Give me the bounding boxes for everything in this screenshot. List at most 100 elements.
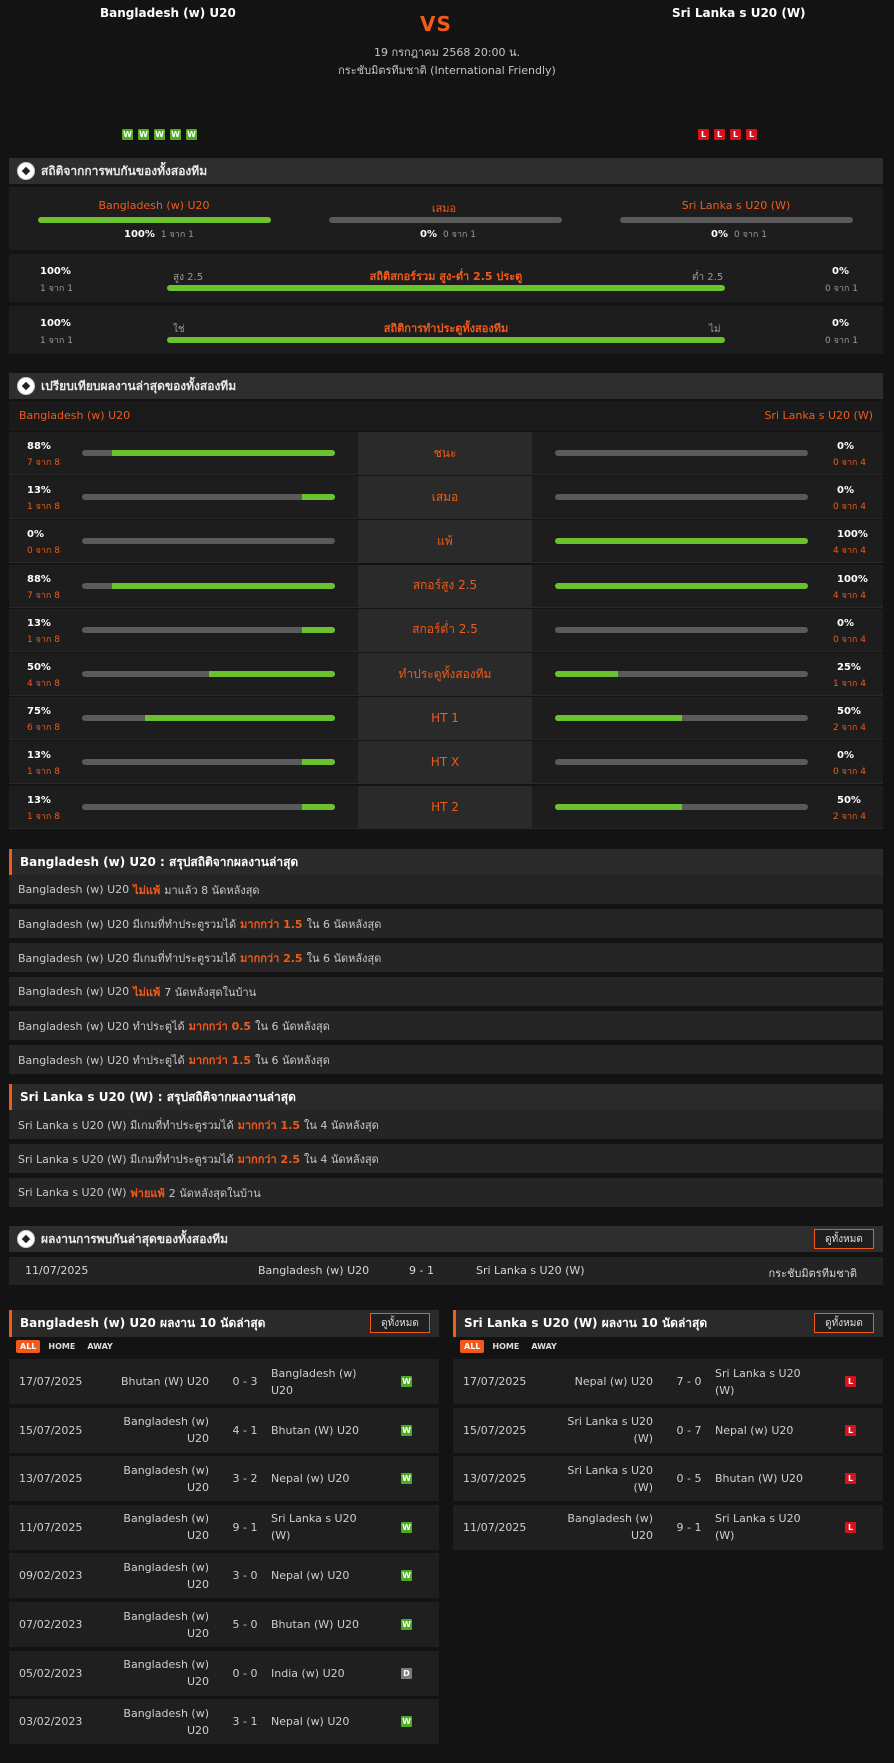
match-row[interactable]: 07/02/2023 Bangladesh (w) U20 5 - 0 Bhutan … (9, 1602, 439, 1649)
away-team: India (w) U20 (271, 1666, 345, 1680)
pct: 100% (124, 229, 155, 240)
date: 11/07/2025 (463, 1520, 527, 1534)
tab-home[interactable]: HOME (488, 1340, 523, 1353)
away-pct: 50% (837, 706, 861, 718)
away-bar (555, 803, 808, 810)
match-row[interactable]: 15/07/2025 Sri Lanka s U20 (W) 0 - 7 Nepal … (453, 1407, 883, 1455)
score: 0 - 5 (676, 1472, 702, 1486)
bar-fill (302, 494, 335, 501)
score: 0 - 3 (232, 1375, 258, 1388)
match-row[interactable]: 05/02/2023 Bangladesh (w) U20 0 - 0 India (… (9, 1650, 439, 1698)
h2h-results-header: ผลงานการพบกันล่าสุดของทั้งสองทีม (9, 1226, 883, 1252)
match-row[interactable]: 15/07/2025 Bangladesh (w) U20 4 - 1 Bhutan … (9, 1407, 439, 1455)
away-team: Nepal (w) U20 (271, 1715, 350, 1729)
compare-header: เปรียบเทียบผลงานล่าสุดของทั้งสองทีม (9, 373, 883, 399)
summary-highlight: มากกว่า 0.5 (188, 1019, 252, 1033)
away-pct: 0% (837, 485, 854, 497)
away-pct: 100% (837, 529, 868, 541)
summary-prefix: Sri Lanka s U20 (W) มีเกมที่ทำประตูรวมได… (18, 1118, 234, 1132)
form-badge: L (746, 129, 757, 140)
match-row[interactable]: 13/07/2025 Sri Lanka s U20 (W) 0 - 5 Bhutan… (453, 1456, 883, 1504)
summary-suffix: ใน 6 นัดหลังสุด (255, 1019, 330, 1033)
bar-fill (302, 759, 335, 766)
summary-prefix: Bangladesh (w) U20 (18, 883, 130, 896)
match-row[interactable]: 11/07/2025 Bangladesh (w) U20 9 - 1 Sri Lan… (453, 1504, 883, 1552)
soccer-ball-icon (17, 1230, 35, 1248)
summary-row: Sri Lanka s U20 (W) พ่ายแพ้ 2 นัดหลังสุดใน… (9, 1178, 883, 1209)
away-team: Sri Lanka s U20 (W) (476, 1264, 585, 1277)
home-bar (82, 494, 335, 501)
tab-away[interactable]: AWAY (527, 1340, 561, 1353)
bar-fill (167, 337, 725, 343)
away-sub: 2 จาก 4 (833, 811, 866, 822)
h2h-over-under-panel: 100% 1 จาก 1 สูง 2.5 สถิติสกอร์รวม สูง-ต… (9, 254, 883, 302)
summary-suffix: ใน 6 นัดหลังสุด (255, 1053, 330, 1067)
bar-fill (208, 671, 335, 677)
summary-prefix: Bangladesh (w) U20 มีเกมที่ทำประตูรวมได้ (18, 951, 237, 965)
home-bar (82, 671, 335, 677)
bar-fill (302, 626, 335, 633)
home-sub: 1 จาก 8 (27, 767, 60, 778)
compare-row: 0% 0 จาก 8 แพ้ 100% 4 จาก 4 (9, 520, 883, 564)
h2h-result-row[interactable]: 11/07/2025 Bangladesh (w) U20 9 - 1 Sri … (9, 1257, 883, 1285)
h2h-stats-header: สถิติจากการพบกันของทั้งสองทีม (9, 158, 883, 184)
summary-row: Bangladesh (w) U20 ทำประตูได้ มากกว่า 1.5… (9, 1045, 883, 1076)
summary-highlight: มากกว่า 2.5 (240, 951, 303, 965)
score: 5 - 0 (232, 1618, 258, 1631)
result-cell: W (401, 1602, 417, 1647)
bar-fill (167, 285, 725, 291)
home-form: W W W W W (122, 129, 202, 140)
home-team: Bangladesh (w) U20 (123, 1609, 209, 1640)
tab-all[interactable]: ALL (460, 1340, 485, 1353)
match-row[interactable]: 11/07/2025 Bangladesh (w) U20 9 - 1 Sri Lan… (9, 1504, 439, 1552)
tab-home[interactable]: HOME (44, 1340, 79, 1353)
tab-all[interactable]: ALL (16, 1340, 41, 1353)
result-badge: W (401, 1424, 412, 1436)
summary-row: Bangladesh (w) U20 ไม่แพ้ 7 นัดหลังสุดในบ้… (9, 977, 883, 1008)
result-cell: W (401, 1359, 417, 1404)
match-row[interactable]: 03/02/2023 Bangladesh (w) U20 3 - 1 Nepal (… (9, 1699, 439, 1747)
away-team: Nepal (w) U20 (715, 1423, 794, 1437)
home-team: Bangladesh (w) U20 (123, 1512, 209, 1543)
home-team: Bangladesh (w) U20 (123, 1560, 209, 1591)
match-row[interactable]: 09/02/2023 Bangladesh (w) U20 3 - 0 Nepal (… (9, 1553, 439, 1601)
tab-away[interactable]: AWAY (83, 1340, 117, 1353)
sub: 0 จาก 1 (733, 230, 767, 240)
compare-row: 88% 7 จาก 8 สกอร์สูง 2.5 100% 4 จาก 4 (9, 564, 883, 608)
score: 7 - 0 (676, 1375, 702, 1388)
compare-away-name: Sri Lanka s U20 (W) (764, 409, 873, 422)
away-bar (555, 538, 808, 545)
home-team-name[interactable]: Bangladesh (w) U20 (100, 6, 236, 20)
match-row[interactable]: 17/07/2025 Nepal (w) U20 7 - 0 Sri Lanka s … (453, 1359, 883, 1406)
away-sub: 0 จาก 4 (833, 634, 866, 645)
form-badge: W (122, 129, 133, 140)
home-bar (82, 582, 335, 589)
soccer-ball-icon (17, 377, 35, 395)
result-badge: L (845, 1424, 856, 1436)
summary-suffix: ใน 6 นัดหลังสุด (306, 917, 382, 931)
result-badge: L (845, 1473, 856, 1485)
match-row[interactable]: 17/07/2025 Bhutan (W) U20 0 - 3 Bangladesh … (9, 1359, 439, 1406)
away-team-name[interactable]: Sri Lanka s U20 (W) (672, 6, 806, 20)
h2h-home-stat: 100% 1 จาก 1 (124, 227, 194, 241)
compare-label: สกอร์ต่ำ 2.5 (358, 608, 532, 651)
home-summary-header: Bangladesh (w) U20 : สรุปสถิติจากผลงานล่… (9, 849, 883, 876)
away-sub: 2 จาก 4 (833, 723, 866, 734)
away-last10-view-all-button[interactable]: ดูทั้งหมด (814, 1313, 874, 1333)
btts-title: สถิติการทำประตูทั้งสองทีม (383, 322, 509, 335)
score: 9 - 1 (676, 1520, 702, 1534)
form-badge: W (154, 129, 165, 140)
score: 4 - 1 (232, 1423, 258, 1437)
home-last10-view-all-button[interactable]: ดูทั้งหมด (370, 1313, 430, 1333)
bar-fill (555, 671, 619, 677)
home-bar (82, 626, 335, 633)
away-team: Bhutan (W) U20 (715, 1472, 804, 1486)
summary-suffix: ใน 4 นัดหลังสุด (304, 1118, 379, 1132)
h2h-view-all-button[interactable]: ดูทั้งหมด (814, 1229, 874, 1249)
match-row[interactable]: 13/07/2025 Bangladesh (w) U20 3 - 2 Nepal (… (9, 1456, 439, 1504)
bar-fill (555, 538, 808, 545)
result-badge: W (401, 1376, 412, 1387)
result-cell: W (401, 1456, 417, 1501)
btts-bar (167, 337, 725, 343)
summary-row: Bangladesh (w) U20 มีเกมที่ทำประตูรวมได้… (9, 943, 883, 974)
